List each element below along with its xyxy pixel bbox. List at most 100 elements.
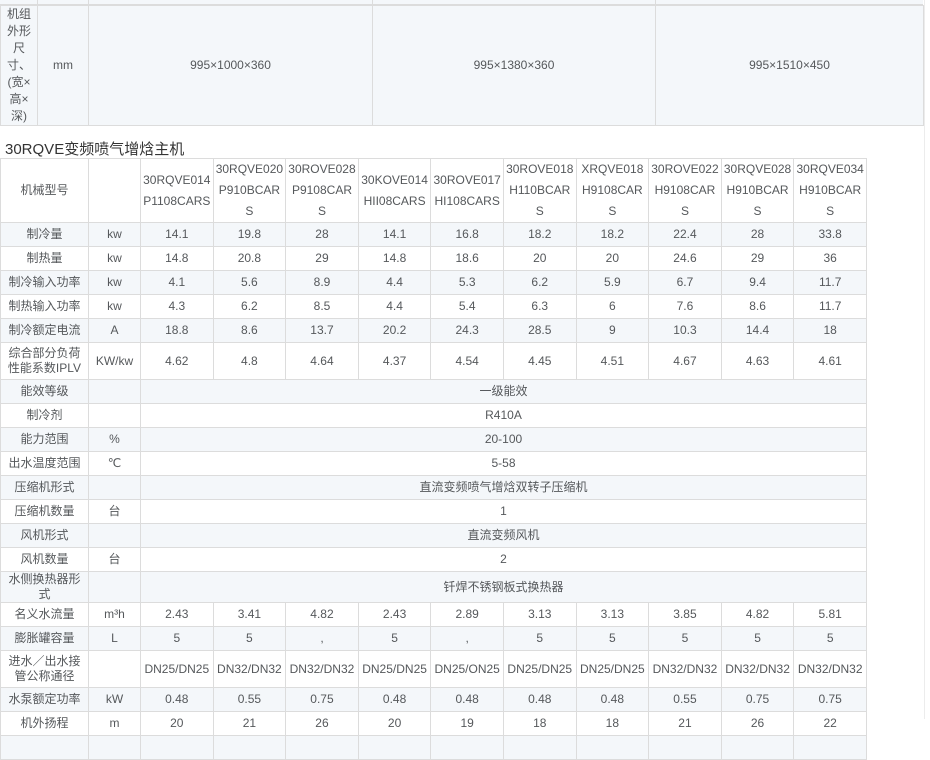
value-cell: 4.37	[358, 343, 431, 380]
spec-row: 制冷输入功率kw4.15.68.94.45.36.25.96.79.411.7	[1, 271, 867, 295]
value-cell: 6.3	[503, 295, 576, 319]
value-cell: 18.8	[141, 319, 214, 343]
value-cell: 7.6	[649, 295, 722, 319]
value-cell	[503, 736, 576, 760]
spec-row: 机外扬程m20212620191818212622	[1, 712, 867, 736]
value-cell: 5.9	[576, 271, 649, 295]
value-cell	[721, 736, 794, 760]
value-cell: 5	[503, 627, 576, 651]
value-cell: 0.75	[794, 688, 867, 712]
value-cell: 14.1	[141, 223, 214, 247]
dimensions-row: 机组外形尺寸、(宽×高×深) mm 995×1000×360 995×1380×…	[1, 6, 924, 126]
value-cell: DN25/DN25	[576, 651, 649, 688]
model-header-unit	[89, 159, 141, 223]
dimensions-unit: mm	[38, 6, 89, 126]
row-label: 名义水流量	[1, 603, 89, 627]
value-cell: 5	[649, 627, 722, 651]
value-cell: 20	[576, 247, 649, 271]
value-cell: 0.55	[649, 688, 722, 712]
row-unit	[89, 651, 141, 688]
row-unit	[89, 380, 141, 404]
row-unit: KW/kw	[89, 343, 141, 380]
model-cell: 30RQVE034H910BCARS	[794, 159, 867, 223]
model-cell: 30RQVE028H910BCARS	[721, 159, 794, 223]
value-cell: 26	[721, 712, 794, 736]
value-cell: 14.8	[358, 247, 431, 271]
row-label: 能力范围	[1, 428, 89, 452]
value-cell: 24.6	[649, 247, 722, 271]
value-cell: 2.89	[431, 603, 504, 627]
value-cell: 0.48	[576, 688, 649, 712]
value-cell: 3.13	[576, 603, 649, 627]
value-cell: 0.48	[503, 688, 576, 712]
spec-row: 压缩机形式直流变频喷气增焓双转子压缩机	[1, 476, 867, 500]
value-cell: DN25/ON25	[431, 651, 504, 688]
page-edge-line	[924, 0, 925, 719]
model-code-line1: 30RQVE034	[796, 159, 864, 180]
merged-value-cell: 5-58	[141, 452, 867, 476]
row-unit: kw	[89, 271, 141, 295]
row-label: 制冷剂	[1, 404, 89, 428]
spec-row: 压缩机数量台1	[1, 500, 867, 524]
value-cell	[286, 736, 359, 760]
row-unit: %	[89, 428, 141, 452]
row-label: 水泵额定功率	[1, 688, 89, 712]
value-cell: 8.6	[721, 295, 794, 319]
model-cell: 30RQVE020P910BCARS	[213, 159, 286, 223]
model-cell: 30ROVE022H9108CARS	[649, 159, 722, 223]
value-cell: 0.48	[141, 688, 214, 712]
row-unit: kw	[89, 295, 141, 319]
value-cell: 18	[794, 319, 867, 343]
value-cell: ,	[431, 627, 504, 651]
value-cell: 4.4	[358, 271, 431, 295]
value-cell	[649, 736, 722, 760]
row-label: 制热量	[1, 247, 89, 271]
row-unit: L	[89, 627, 141, 651]
spec-row: 进水／出水接管公称通径DN25/DN25DN32/DN32DN32/DN32DN…	[1, 651, 867, 688]
value-cell: 3.13	[503, 603, 576, 627]
value-cell: 14.8	[141, 247, 214, 271]
value-cell: 6	[576, 295, 649, 319]
model-code-line2: H9108CARS	[579, 180, 647, 222]
model-code-line1: 30ROVE017	[433, 170, 501, 191]
spec-row	[1, 736, 867, 760]
row-unit: m	[89, 712, 141, 736]
section-title: 30RQVE变频喷气增焓主机	[5, 138, 184, 159]
spec-page: 机组外形尺寸、(宽×高×深) mm 995×1000×360 995×1380×…	[0, 0, 930, 719]
model-code-line2: P9108CARS	[288, 180, 356, 222]
model-code-line1: 30RQVE028	[724, 159, 792, 180]
spec-row: 水泵额定功率kW0.480.550.750.480.480.480.480.55…	[1, 688, 867, 712]
value-cell: 4.63	[721, 343, 794, 380]
value-cell: 26	[286, 712, 359, 736]
value-cell: 29	[721, 247, 794, 271]
value-cell: 18.2	[576, 223, 649, 247]
value-cell: 5.3	[431, 271, 504, 295]
value-cell	[576, 736, 649, 760]
spec-table: 机械型号30RQVE014P1108CARS30RQVE020P910BCARS…	[0, 158, 867, 760]
row-unit	[89, 524, 141, 548]
value-cell: DN32/DN32	[794, 651, 867, 688]
row-unit: ℃	[89, 452, 141, 476]
value-cell: 9	[576, 319, 649, 343]
value-cell: 21	[649, 712, 722, 736]
value-cell: DN32/DN32	[286, 651, 359, 688]
model-code-line2: H910BCARS	[724, 180, 792, 222]
model-code-line1: 30ROVE018	[506, 159, 574, 180]
value-cell: DN25/DN25	[141, 651, 214, 688]
model-cell: XRQVE018H9108CARS	[576, 159, 649, 223]
value-cell: DN32/DN32	[721, 651, 794, 688]
row-unit: 台	[89, 500, 141, 524]
value-cell: 4.61	[794, 343, 867, 380]
value-cell: 19.8	[213, 223, 286, 247]
row-label: 进水／出水接管公称通径	[1, 651, 89, 688]
value-cell: 4.45	[503, 343, 576, 380]
value-cell: 6.2	[213, 295, 286, 319]
merged-value-cell: R410A	[141, 404, 867, 428]
model-header-row: 机械型号30RQVE014P1108CARS30RQVE020P910BCARS…	[1, 159, 867, 223]
value-cell: 28	[286, 223, 359, 247]
model-cell: 30RQVE014P1108CARS	[141, 159, 214, 223]
model-code-line2: H110BCARS	[506, 180, 574, 222]
dimensions-value: 995×1000×360	[89, 6, 373, 126]
spec-row: 制冷量kw14.119.82814.116.818.218.222.42833.…	[1, 223, 867, 247]
dimensions-label: 机组外形尺寸、(宽×高×深)	[1, 6, 38, 126]
